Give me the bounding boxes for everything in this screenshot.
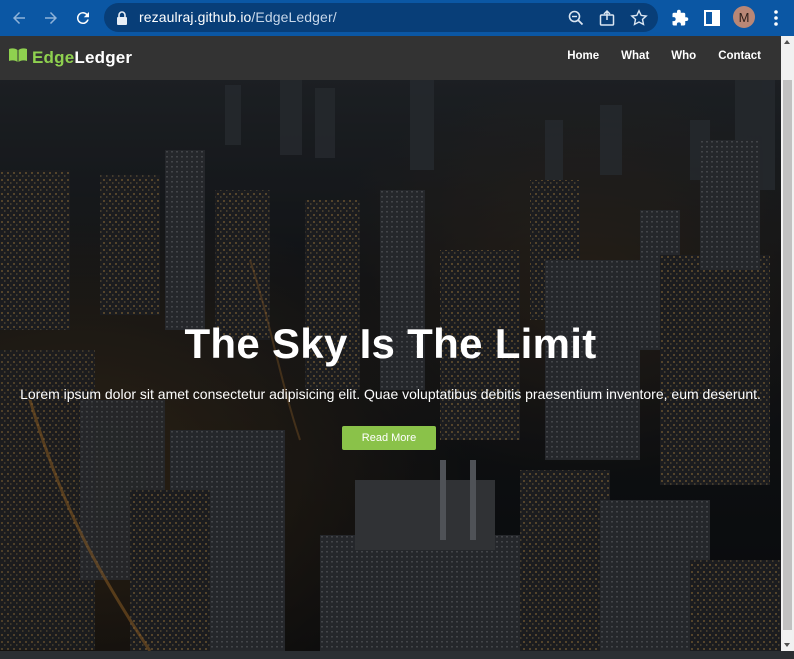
bottom-edge [0, 651, 794, 659]
share-icon[interactable] [598, 9, 616, 27]
scroll-down-arrow-icon[interactable] [784, 643, 790, 647]
hero-subtitle: Lorem ipsum dolor sit amet consectetur a… [20, 386, 761, 402]
reload-icon[interactable] [72, 7, 94, 29]
nav-link-contact[interactable]: Contact [718, 50, 761, 62]
browser-toolbar: rezaulraj.github.io/EdgeLedger/ M [0, 0, 794, 36]
nav-link-what[interactable]: What [621, 50, 649, 62]
hero-section: The Sky Is The Limit Lorem ipsum dolor s… [0, 80, 781, 651]
profile-avatar[interactable]: M [733, 6, 755, 28]
read-more-button[interactable]: Read More [342, 426, 436, 450]
address-bar[interactable]: rezaulraj.github.io/EdgeLedger/ [104, 3, 658, 32]
brand-name: EdgeLedger [32, 47, 133, 67]
lock-icon[interactable] [116, 11, 128, 30]
bookmark-star-icon[interactable] [630, 9, 648, 27]
open-book-icon [8, 47, 28, 68]
url-text[interactable]: rezaulraj.github.io/EdgeLedger/ [139, 9, 337, 25]
brand-logo[interactable]: EdgeLedger [8, 47, 132, 68]
scroll-up-arrow-icon[interactable] [784, 40, 790, 44]
extensions-puzzle-icon[interactable] [670, 8, 690, 28]
forward-arrow-icon[interactable] [40, 7, 62, 29]
zoom-icon[interactable] [567, 9, 585, 27]
site-navbar: EdgeLedger Home What Who Contact [0, 36, 781, 80]
nav-link-who[interactable]: Who [671, 50, 696, 62]
avatar-letter: M [738, 9, 750, 25]
nav-link-home[interactable]: Home [567, 50, 599, 62]
page-scrollbar[interactable] [781, 36, 794, 651]
side-panel-icon[interactable] [702, 8, 722, 28]
page-viewport: EdgeLedger Home What Who Contact The Sky… [0, 36, 781, 651]
hero-title: The Sky Is The Limit [184, 320, 597, 367]
kebab-menu-icon[interactable] [766, 8, 786, 28]
nav-links: Home What Who Contact [545, 50, 761, 62]
back-arrow-icon[interactable] [8, 7, 30, 29]
scrollbar-thumb[interactable] [783, 80, 792, 630]
